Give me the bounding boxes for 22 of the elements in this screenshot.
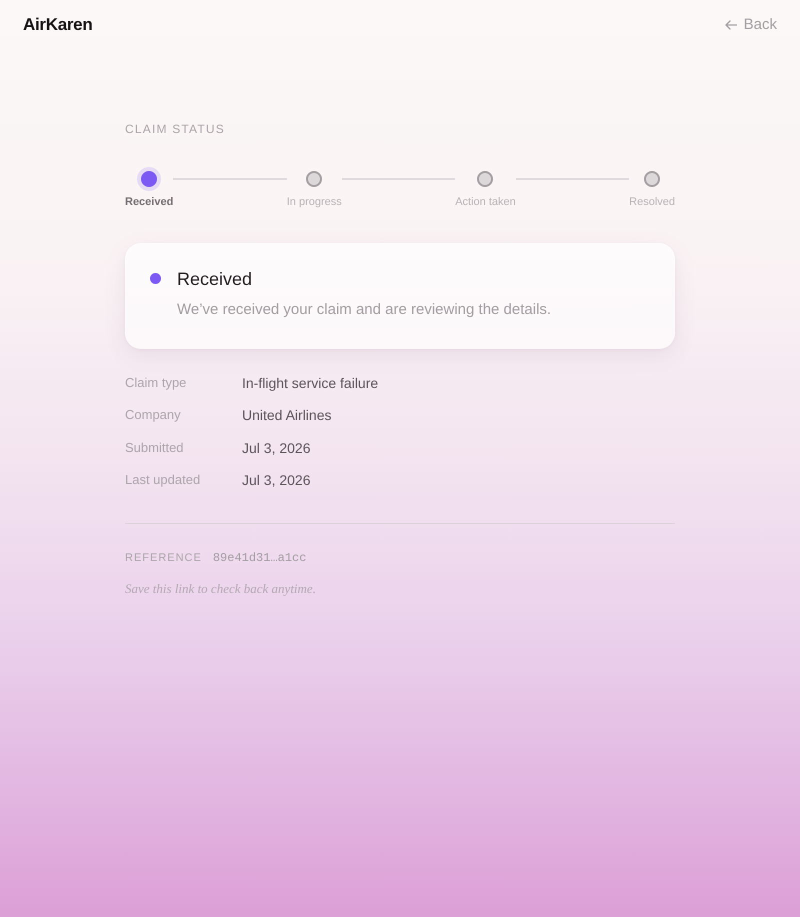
step-label: In progress [286,196,342,209]
section-heading: CLAIM STATUS [125,122,226,136]
save-link-note: Save this link to check back anytime. [125,580,317,597]
status-dot-icon [150,273,161,284]
status-title: Received [177,268,254,291]
step-label: Action taken [455,196,516,209]
detail-label: Last updated [125,471,202,490]
brand-logo: AirKaren [23,15,92,35]
step-label: Received [125,196,174,209]
detail-label: Claim type [125,374,188,392]
detail-value: Jul 3, 2026 [242,471,310,490]
detail-value: United Airlines [242,406,332,426]
status-description: We’ve received your claim and are reviewing the details. [177,300,552,320]
arrow-left-icon [724,20,737,30]
reference-label: REFERENCE [125,550,202,565]
step-label: Resolved [629,196,676,209]
detail-value: In-flight service failure [242,374,378,393]
reference-code: 89e41d31…a1cc [212,550,306,565]
detail-label: Company [125,406,182,424]
detail-value: Jul 3, 2026 [242,438,310,458]
back-link[interactable]: Back [724,15,777,35]
detail-label: Submitted [125,438,185,457]
